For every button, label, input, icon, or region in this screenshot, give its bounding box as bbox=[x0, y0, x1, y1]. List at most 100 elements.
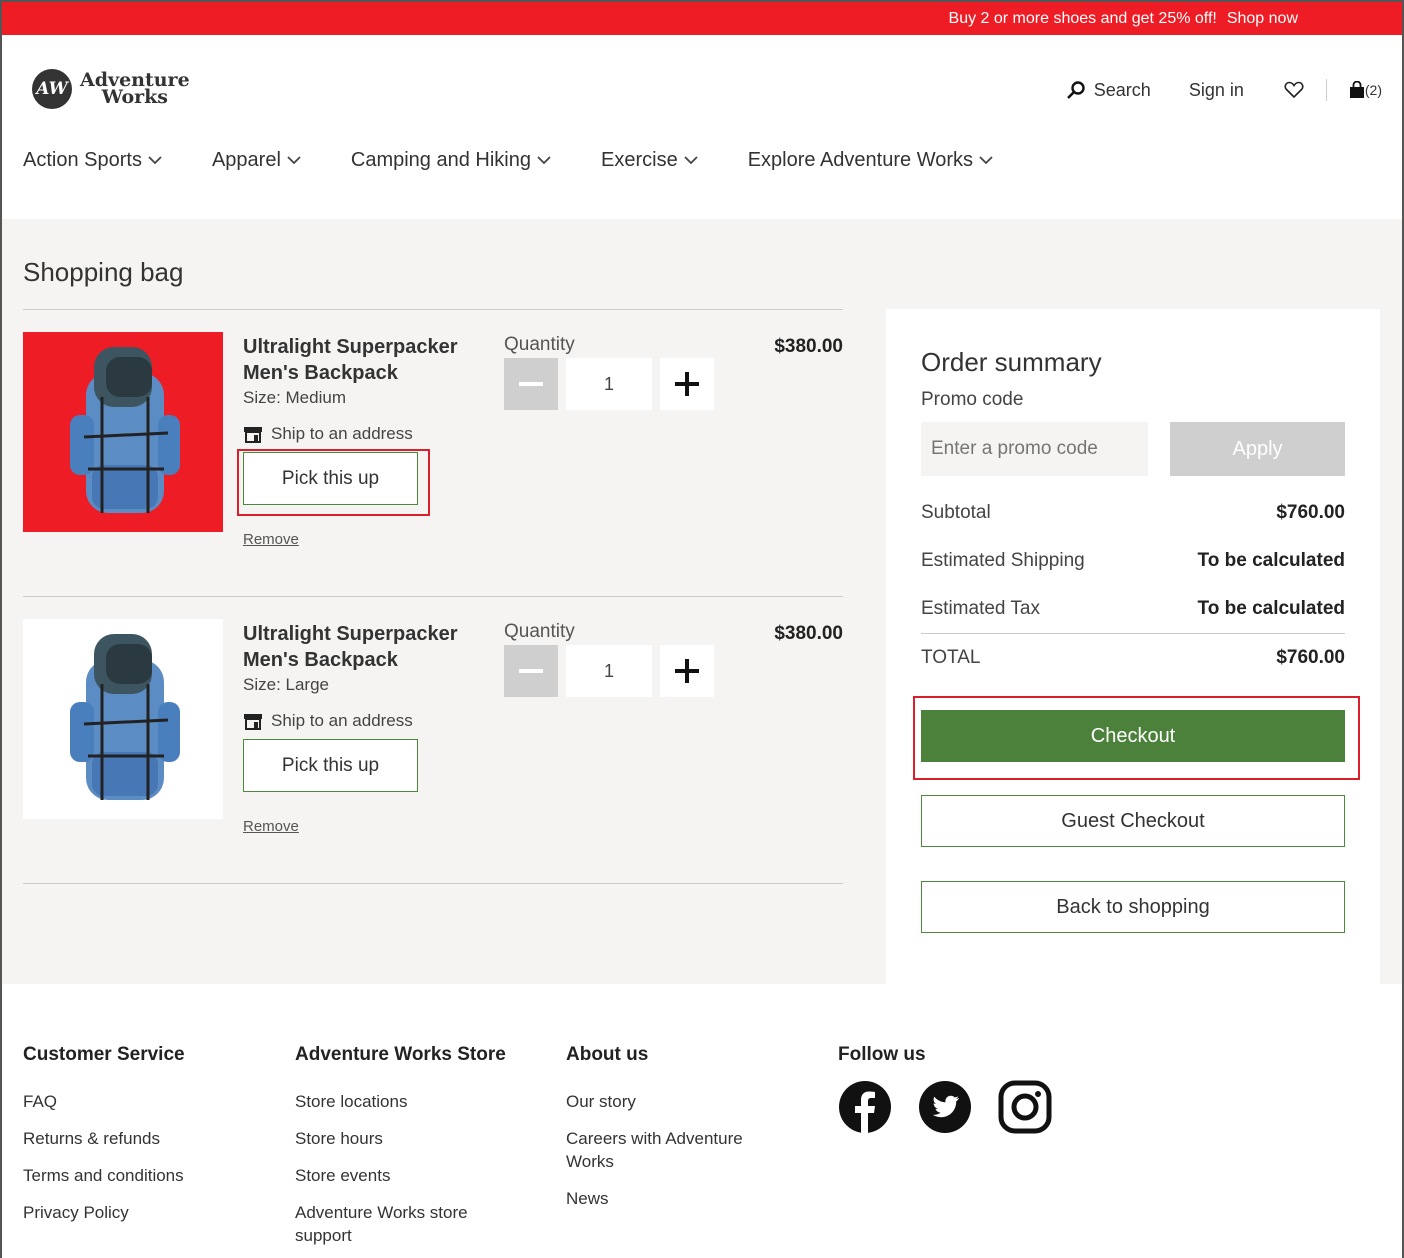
twitter-icon[interactable] bbox=[918, 1080, 972, 1134]
brand-logo[interactable]: AW Adventure Works bbox=[32, 69, 190, 109]
promo-text: Buy 2 or more shoes and get 25% off! bbox=[948, 9, 1217, 27]
item-price: $380.00 bbox=[774, 623, 843, 644]
wishlist-button[interactable] bbox=[1284, 81, 1304, 99]
product-info: Ultralight Superpacker Men's Backpack Si… bbox=[243, 621, 493, 836]
logo-line-2: Works bbox=[101, 86, 168, 108]
nav-action-sports[interactable]: Action Sports bbox=[23, 149, 162, 172]
ship-label: Ship to an address bbox=[271, 711, 413, 730]
promo-code-input[interactable] bbox=[921, 422, 1148, 476]
shipping-label: Estimated Shipping bbox=[921, 550, 1085, 571]
pick-this-up-button[interactable]: Pick this up bbox=[243, 739, 418, 792]
footer-store: Adventure Works Store Store locations St… bbox=[295, 1044, 515, 1258]
nav-apparel[interactable]: Apparel bbox=[212, 149, 301, 172]
plus-icon bbox=[675, 372, 699, 396]
footer-link-store-locations[interactable]: Store locations bbox=[295, 1090, 515, 1113]
increase-quantity-button[interactable] bbox=[660, 358, 714, 410]
footer-link-privacy[interactable]: Privacy Policy bbox=[23, 1201, 185, 1224]
product-image[interactable] bbox=[23, 619, 223, 819]
plus-icon bbox=[675, 659, 699, 683]
product-name-line-1: Ultralight Superpacker bbox=[243, 623, 458, 645]
cart-count: (2) bbox=[1364, 82, 1382, 98]
increase-quantity-button[interactable] bbox=[660, 645, 714, 697]
promo-banner: Buy 2 or more shoes and get 25% off! Sho… bbox=[2, 2, 1402, 35]
store-icon bbox=[244, 426, 262, 443]
product-name-line-2: Men's Backpack bbox=[243, 362, 398, 384]
chevron-down-icon bbox=[684, 156, 698, 165]
tax-value: To be calculated bbox=[1197, 598, 1345, 619]
site-footer: Customer Service FAQ Returns & refunds T… bbox=[2, 984, 1402, 1258]
decrease-quantity-button[interactable] bbox=[504, 358, 558, 410]
nav-label: Action Sports bbox=[23, 149, 142, 171]
shipping-value: To be calculated bbox=[1197, 550, 1345, 571]
product-size: Size: Large bbox=[243, 675, 329, 694]
footer-link-faq[interactable]: FAQ bbox=[23, 1090, 185, 1113]
page-title: Shopping bag bbox=[23, 257, 184, 287]
cart-page: Shopping bag Ultralight Superpacker Men'… bbox=[2, 219, 1402, 984]
footer-link-careers[interactable]: Careers with Adventure Works bbox=[566, 1127, 756, 1173]
footer-follow: Follow us bbox=[838, 1044, 1052, 1134]
nav-explore-adventure-works[interactable]: Explore Adventure Works bbox=[748, 149, 993, 172]
subtotal-value: $760.00 bbox=[1276, 502, 1345, 523]
footer-link-returns[interactable]: Returns & refunds bbox=[23, 1127, 185, 1150]
footer-heading: Adventure Works Store bbox=[295, 1044, 506, 1065]
order-summary: Order summary Promo code Apply Subtotal … bbox=[886, 309, 1380, 984]
footer-link-store-support[interactable]: Adventure Works store support bbox=[295, 1201, 485, 1247]
instagram-icon[interactable] bbox=[998, 1080, 1052, 1134]
product-name-line-1: Ultralight Superpacker bbox=[243, 336, 458, 358]
apply-promo-button[interactable]: Apply bbox=[1170, 422, 1345, 476]
main-nav: Action Sports Apparel Camping and Hiking… bbox=[23, 149, 1043, 172]
product-name-line-2: Men's Backpack bbox=[243, 649, 398, 671]
minus-icon bbox=[519, 669, 543, 673]
logo-wordmark: Adventure Works bbox=[80, 71, 190, 108]
quantity-label: Quantity bbox=[504, 334, 575, 355]
shipping-row: Estimated Shipping To be calculated bbox=[921, 550, 1345, 572]
footer-link-terms[interactable]: Terms and conditions bbox=[23, 1164, 185, 1187]
product-image[interactable] bbox=[23, 332, 223, 532]
bag-item: Ultralight Superpacker Men's Backpack Si… bbox=[23, 597, 843, 884]
remove-link[interactable]: Remove bbox=[243, 818, 299, 835]
nav-label: Exercise bbox=[601, 149, 678, 171]
nav-camping-and-hiking[interactable]: Camping and Hiking bbox=[351, 149, 551, 172]
ship-option: Ship to an address bbox=[243, 711, 493, 731]
backpack-image bbox=[70, 347, 180, 513]
ship-label: Ship to an address bbox=[271, 424, 413, 443]
nav-label: Apparel bbox=[211, 149, 281, 171]
minus-icon bbox=[519, 382, 543, 386]
total-value: $760.00 bbox=[1276, 647, 1345, 668]
footer-link-store-hours[interactable]: Store hours bbox=[295, 1127, 515, 1150]
summary-divider bbox=[921, 633, 1345, 634]
bag-item: Ultralight Superpacker Men's Backpack Si… bbox=[23, 310, 843, 597]
promo-code-label: Promo code bbox=[921, 389, 1024, 410]
quantity-input[interactable] bbox=[566, 358, 652, 410]
search-icon bbox=[1066, 81, 1085, 99]
bag-item-list: Ultralight Superpacker Men's Backpack Si… bbox=[23, 309, 843, 884]
total-label: TOTAL bbox=[921, 647, 981, 668]
site-header: AW Adventure Works Search Sign in (2) Ac… bbox=[2, 35, 1402, 217]
search-button[interactable]: Search bbox=[1066, 80, 1151, 101]
subtotal-label: Subtotal bbox=[921, 502, 991, 523]
facebook-icon[interactable] bbox=[838, 1080, 892, 1134]
footer-link-store-events[interactable]: Store events bbox=[295, 1164, 515, 1187]
footer-link-our-story[interactable]: Our story bbox=[566, 1090, 766, 1113]
cart-button[interactable]: (2) bbox=[1349, 81, 1382, 99]
chevron-down-icon bbox=[537, 156, 551, 165]
nav-exercise[interactable]: Exercise bbox=[601, 149, 698, 172]
shopping-bag-icon bbox=[1349, 81, 1364, 98]
checkout-button[interactable]: Checkout bbox=[921, 710, 1345, 762]
quantity-input[interactable] bbox=[566, 645, 652, 697]
remove-link[interactable]: Remove bbox=[243, 531, 299, 548]
tax-label: Estimated Tax bbox=[921, 598, 1040, 619]
footer-heading: Follow us bbox=[838, 1044, 926, 1065]
footer-link-news[interactable]: News bbox=[566, 1187, 766, 1210]
pick-this-up-button[interactable]: Pick this up bbox=[243, 452, 418, 505]
guest-checkout-button[interactable]: Guest Checkout bbox=[921, 795, 1345, 847]
shop-now-link[interactable]: Shop now bbox=[1227, 10, 1298, 28]
back-to-shopping-button[interactable]: Back to shopping bbox=[921, 881, 1345, 933]
product-name[interactable]: Ultralight Superpacker Men's Backpack bbox=[243, 621, 493, 673]
chevron-down-icon bbox=[287, 156, 301, 165]
ship-option: Ship to an address bbox=[243, 424, 493, 444]
sign-in-link[interactable]: Sign in bbox=[1189, 80, 1244, 101]
product-name[interactable]: Ultralight Superpacker Men's Backpack bbox=[243, 334, 493, 386]
decrease-quantity-button[interactable] bbox=[504, 645, 558, 697]
chevron-down-icon bbox=[979, 156, 993, 165]
